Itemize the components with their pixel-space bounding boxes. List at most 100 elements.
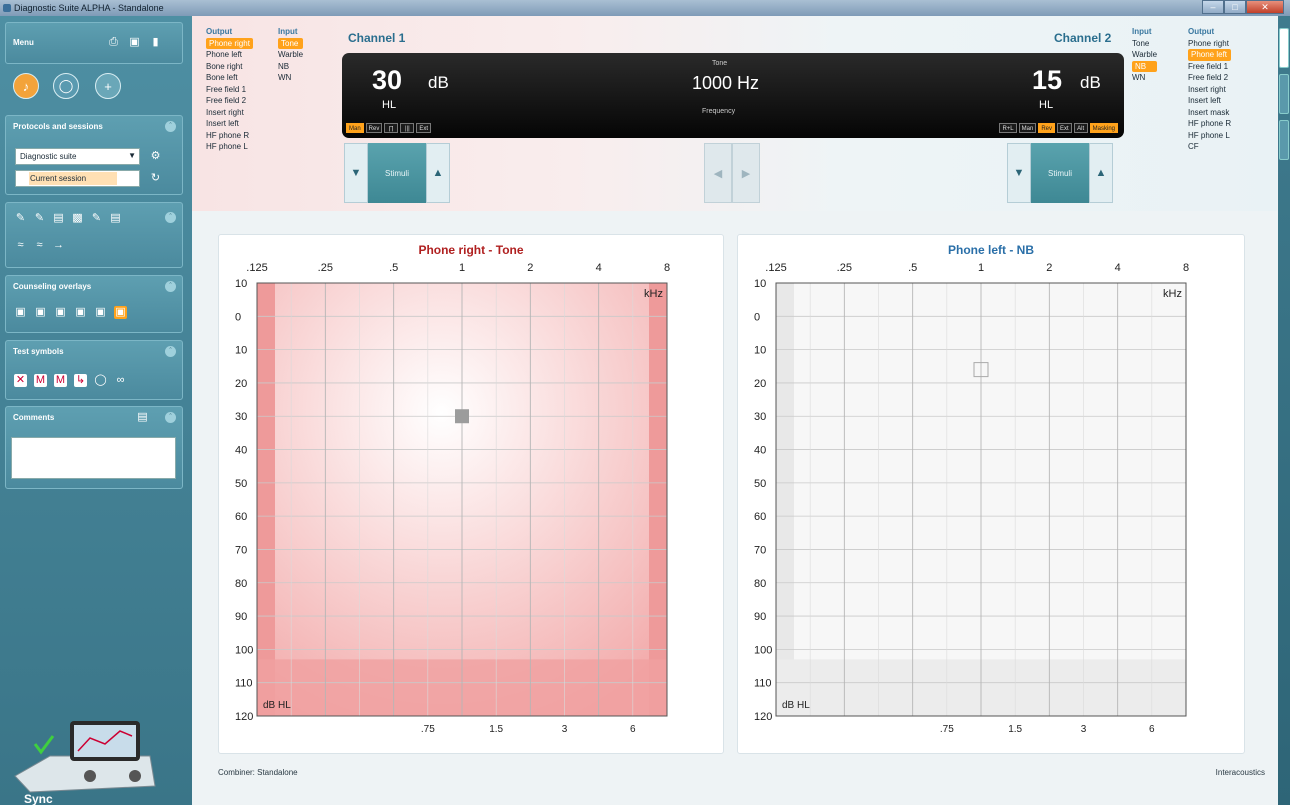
ch1-input-option[interactable]: WN — [278, 72, 303, 84]
ch1-stimulus-button[interactable]: Stimuli — [368, 143, 426, 203]
ch1-output-option[interactable]: Phone left — [206, 49, 253, 61]
freq-prev-button[interactable]: ◀ — [704, 143, 732, 203]
menu-label[interactable]: Menu — [13, 38, 34, 47]
overlay-icon[interactable]: ▣ — [54, 306, 67, 319]
speech-test-icon[interactable]: ◯ — [53, 73, 79, 99]
ch1-output-option[interactable]: Bone left — [206, 72, 253, 84]
ch2-output-option[interactable]: CF — [1188, 141, 1231, 153]
y-tick-label: 110 — [235, 678, 253, 690]
add-test-icon[interactable]: + — [95, 73, 121, 99]
overlay-active-icon[interactable]: ▣ — [114, 306, 127, 319]
symbol-icon[interactable]: ✕ — [14, 374, 27, 387]
symbol-icon[interactable]: M — [34, 374, 47, 387]
print-icon[interactable]: ⎙ — [107, 36, 120, 49]
ch2-indicator[interactable]: Ext — [1056, 123, 1072, 133]
ch2-output-option[interactable]: HF phone R — [1188, 118, 1231, 130]
freq-next-button[interactable]: ▶ — [732, 143, 760, 203]
collapse-icon[interactable]: ˆ — [165, 281, 176, 292]
protocol-settings-icon[interactable]: ⚙ — [149, 150, 162, 163]
hf-icon[interactable]: ✎ — [14, 212, 27, 225]
ch2-input-option[interactable]: WN — [1132, 72, 1157, 84]
close-button[interactable]: ✕ — [1246, 0, 1284, 14]
ch1-input-head: Input — [278, 27, 298, 36]
maximize-button[interactable]: □ — [1224, 0, 1246, 14]
session-icon[interactable]: ↻ — [149, 172, 162, 185]
protocol-select[interactable]: Diagnostic suite ▼ — [15, 148, 140, 165]
ch2-output-option[interactable]: Insert mask — [1188, 107, 1231, 119]
channel2-label: Channel 2 — [1054, 31, 1112, 45]
ch2-output-option[interactable]: Free field 2 — [1188, 72, 1231, 84]
ch1-input-option[interactable]: Tone — [278, 37, 304, 49]
pin-icon[interactable]: ▮ — [149, 36, 162, 49]
masking-icon[interactable]: ≈ — [33, 239, 46, 252]
ch2-indicator[interactable]: Alt — [1073, 123, 1088, 133]
sync-label[interactable]: Sync — [24, 792, 53, 805]
ch2-output-option[interactable]: Free field 1 — [1188, 61, 1231, 73]
ch2-indicator[interactable]: Rev — [1038, 123, 1055, 133]
ch1-indicator[interactable]: Ext — [416, 123, 432, 133]
ch1-output-option[interactable]: HF phone R — [206, 130, 253, 142]
tab-other[interactable] — [1279, 120, 1289, 160]
ch2-stimulus-button[interactable]: Stimuli — [1031, 143, 1089, 203]
ch2-output-option[interactable]: Phone right — [1188, 38, 1231, 50]
ch2-level-up-button[interactable]: ▲ — [1089, 143, 1113, 203]
audiogram-right-chart[interactable]: 100102030405060708090100110120.125.25.5 1… — [219, 235, 725, 755]
ch2-indicator[interactable]: Man — [1018, 123, 1037, 133]
overlay-icon[interactable]: ▣ — [14, 306, 27, 319]
lock-icon[interactable]: ▩ — [71, 212, 84, 225]
tab-audiometry[interactable] — [1279, 28, 1289, 68]
ch1-output-option[interactable]: Insert left — [206, 118, 253, 130]
ch2-input-option[interactable]: Warble — [1132, 49, 1157, 61]
ch1-output-option[interactable]: Free field 2 — [206, 95, 253, 107]
ch1-output-option[interactable]: HF phone L — [206, 141, 253, 153]
report-icon[interactable]: ▤ — [52, 212, 65, 225]
ch1-output-option[interactable]: Bone right — [206, 61, 253, 73]
ch1-output-option[interactable]: Free field 1 — [206, 84, 253, 96]
ch2-output-option[interactable]: Insert left — [1188, 95, 1231, 107]
ch1-level-up-button[interactable]: ▲ — [426, 143, 450, 203]
ch2-output-option[interactable]: HF phone L — [1188, 130, 1231, 142]
ch1-indicator[interactable]: Rev — [365, 123, 383, 133]
ch2-indicator[interactable]: R+L — [999, 123, 1017, 133]
ch1-indicator[interactable]: ∏ — [384, 123, 399, 133]
symbol-icon[interactable]: M — [54, 374, 67, 387]
overlay-icon[interactable]: ▣ — [74, 306, 87, 319]
tone-test-icon[interactable]: ♪ — [13, 73, 39, 99]
arrow-icon[interactable]: → — [52, 239, 65, 252]
audiometer-device-icon[interactable] — [10, 716, 160, 794]
ch1-indicator[interactable]: ||| — [400, 123, 415, 133]
ch2-input-option[interactable]: NB — [1132, 60, 1158, 72]
ch1-indicator[interactable]: Man — [346, 123, 364, 133]
ear-icon[interactable]: ∞ — [114, 374, 127, 387]
comment-icon[interactable]: ▤ — [136, 411, 149, 424]
symbol-icon[interactable]: ◯ — [94, 374, 107, 387]
overlay-icon[interactable]: ▣ — [34, 306, 47, 319]
audiogram-left-chart[interactable]: 100102030405060708090100110120.125.25.5 1… — [738, 235, 1246, 755]
hl-icon[interactable]: ✎ — [33, 212, 46, 225]
ch2-input-option[interactable]: Tone — [1132, 38, 1157, 50]
ch1-input-option[interactable]: NB — [278, 61, 303, 73]
collapse-icon[interactable]: ˆ — [165, 212, 176, 223]
ch1-output-option[interactable]: Phone right — [206, 37, 253, 49]
save-icon[interactable]: ▣ — [128, 36, 141, 49]
export-icon[interactable]: ▤ — [109, 212, 122, 225]
ch2-output-option[interactable]: Phone left — [1188, 49, 1232, 61]
overlay-icon[interactable]: ▣ — [94, 306, 107, 319]
minimize-button[interactable]: – — [1202, 0, 1224, 14]
symbol-icon[interactable]: ↳ — [74, 374, 87, 387]
ch1-level-down-button[interactable]: ▼ — [344, 143, 368, 203]
ch2-indicator[interactable]: Masking — [1089, 123, 1118, 133]
ch1-input-option[interactable]: Warble — [278, 49, 303, 61]
ch2-level-down-button[interactable]: ▼ — [1007, 143, 1031, 203]
edit-icon[interactable]: ✎ — [90, 212, 103, 225]
collapse-icon[interactable]: ˆ — [165, 346, 176, 357]
collapse-icon[interactable]: ˆ — [165, 121, 176, 132]
ch1-output-option[interactable]: Insert right — [206, 107, 253, 119]
comments-input[interactable] — [11, 437, 176, 479]
collapse-icon[interactable]: ˆ — [165, 412, 176, 423]
y-tick-label: 10 — [754, 278, 766, 290]
tab-speech[interactable] — [1279, 74, 1289, 114]
curve-icon[interactable]: ≈ — [14, 239, 27, 252]
ch2-output-option[interactable]: Insert right — [1188, 84, 1231, 96]
session-field[interactable]: Current session — [15, 170, 140, 187]
